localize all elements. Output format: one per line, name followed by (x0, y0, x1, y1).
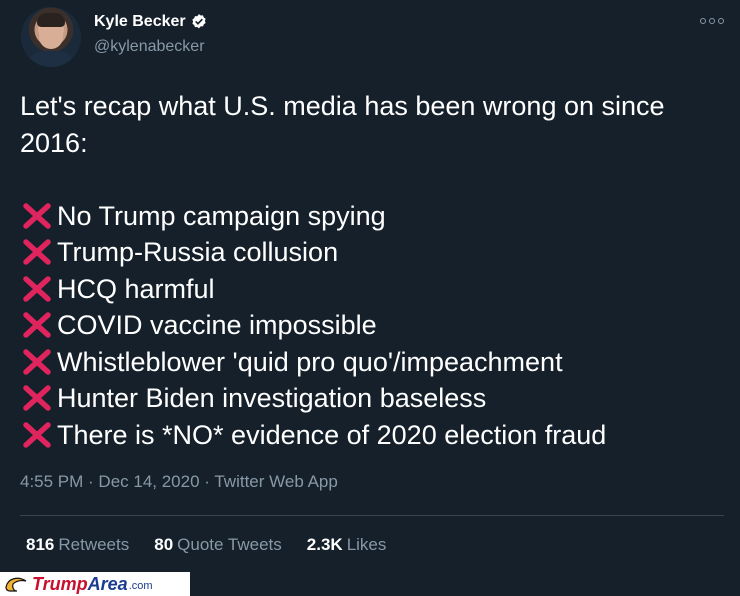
author-row: Kyle Becker (94, 13, 208, 31)
tweet-item-text: No Trump campaign spying (57, 200, 386, 231)
likes-count: 2.3K (306, 535, 343, 554)
tweet-item: COVID vaccine impossible (20, 307, 720, 344)
quote-tweets-stat[interactable]: 80 Quote Tweets (154, 535, 282, 555)
tweet-item-text: HCQ harmful (57, 273, 215, 304)
watermark-trump: Trump (32, 573, 88, 594)
tweet-item: Hunter Biden investigation baseless (20, 380, 720, 417)
author-handle[interactable]: @kylenabecker (94, 38, 205, 56)
red-cross-mark-icon (23, 203, 51, 229)
tweet-item: HCQ harmful (20, 271, 720, 308)
hair-logo-icon (5, 577, 27, 592)
watermark-area: Area (87, 573, 128, 594)
retweets-label: Retweets (58, 535, 130, 554)
red-cross-mark-icon (23, 422, 51, 448)
retweets-stat[interactable]: 816 Retweets (26, 535, 129, 555)
likes-label: Likes (346, 535, 387, 554)
watermark: Trump Area .com (0, 572, 190, 596)
watermark-com: .com (128, 580, 153, 592)
tweet-item-text: Whistleblower 'quid pro quo'/impeachment (57, 346, 563, 377)
red-cross-mark-icon (23, 276, 51, 302)
tweet-item: There is *NO* evidence of 2020 election … (20, 417, 720, 454)
tweet-item-text: COVID vaccine impossible (57, 310, 377, 340)
tweet-item: Whistleblower 'quid pro quo'/impeachment (20, 344, 720, 381)
divider (20, 515, 724, 516)
tweet-item-text: Hunter Biden investigation baseless (57, 383, 487, 413)
avatar[interactable] (21, 7, 81, 67)
tweet-item-text: There is *NO* evidence of 2020 election … (57, 419, 607, 450)
tweet-item-text: Trump-Russia collusion (57, 237, 339, 267)
tweet-timestamp[interactable]: 4:55 PM · Dec 14, 2020 · Twitter Web App (20, 472, 338, 492)
red-cross-mark-icon (23, 385, 51, 411)
retweets-count: 816 (26, 535, 55, 554)
more-options-icon[interactable] (700, 14, 724, 28)
red-cross-mark-icon (23, 312, 51, 338)
tweet-text: Let's recap what U.S. media has been wro… (20, 88, 720, 453)
engagement-stats: 816 Retweets 80 Quote Tweets 2.3K Likes (26, 535, 411, 555)
red-cross-mark-icon (23, 349, 51, 375)
quotes-count: 80 (154, 535, 174, 554)
verified-badge-icon (192, 14, 206, 29)
tweet-item: No Trump campaign spying (20, 198, 720, 235)
quotes-label: Quote Tweets (177, 535, 282, 554)
red-cross-mark-icon (23, 239, 51, 265)
tweet-item: Trump-Russia collusion (20, 234, 720, 271)
tweet-intro: Let's recap what U.S. media has been wro… (20, 91, 665, 158)
author-name[interactable]: Kyle Becker (94, 13, 186, 31)
likes-stat[interactable]: 2.3K Likes (307, 535, 387, 555)
tweet-card: Kyle Becker @kylenabecker Let's recap wh… (0, 0, 740, 572)
tweet-item-list: No Trump campaign spying Trump-Russia col… (20, 198, 720, 454)
